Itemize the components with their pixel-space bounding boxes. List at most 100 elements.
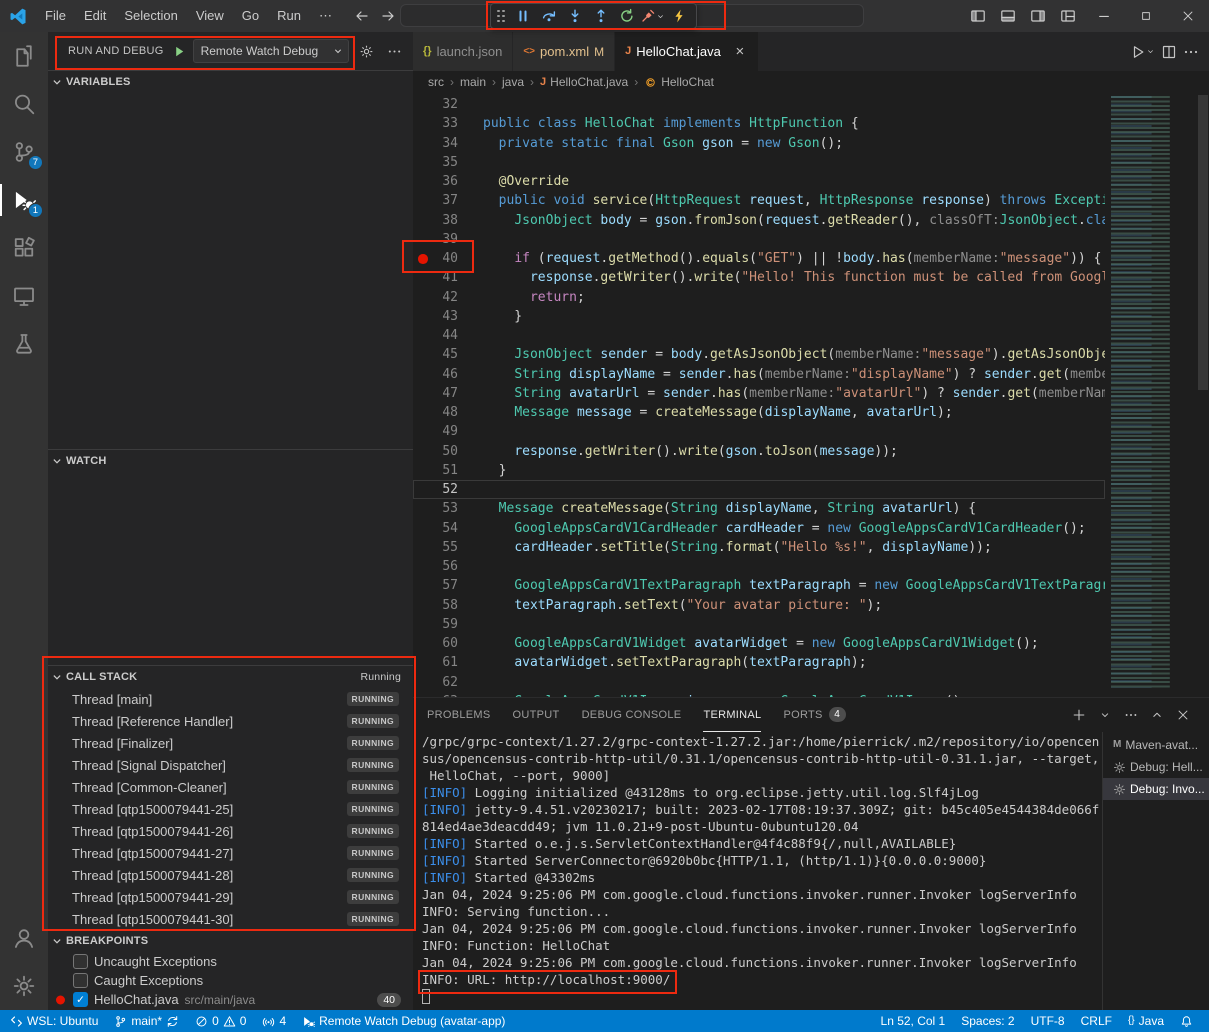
go-back-button[interactable] — [349, 0, 375, 32]
start-debugging-button[interactable] — [172, 44, 187, 59]
call-stack-thread[interactable]: Thread [qtp1500079441-27]RUNNING — [48, 842, 413, 864]
debug-toolbar-drag-handle[interactable] — [497, 10, 505, 23]
breakpoint-checkbox[interactable] — [73, 973, 88, 988]
hot-code-replace-button[interactable] — [666, 4, 691, 28]
views-more-actions-icon[interactable] — [383, 40, 405, 62]
disconnect-button[interactable] — [640, 4, 665, 28]
breadcrumb-item[interactable]: HelloChat — [644, 75, 714, 89]
minimize-button[interactable] — [1083, 0, 1125, 32]
call-stack-thread[interactable]: Thread [qtp1500079441-28]RUNNING — [48, 864, 413, 886]
panel-tab-output[interactable]: OUTPUT — [513, 698, 560, 732]
minimap[interactable] — [1105, 93, 1197, 697]
go-forward-button[interactable] — [375, 0, 401, 32]
status-language-mode[interactable]: {}Java — [1120, 1010, 1172, 1032]
call-stack-section-header[interactable]: CALL STACK Running — [48, 666, 413, 688]
menu-overflow[interactable]: ⋯ — [310, 0, 341, 32]
status-encoding[interactable]: UTF-8 — [1023, 1010, 1073, 1032]
editor-tab-HelloChat.java[interactable]: JHelloChat.java× — [615, 32, 759, 71]
breadcrumb-item[interactable]: JHelloChat.java — [540, 75, 628, 89]
menu-run[interactable]: Run — [268, 0, 310, 32]
editor-tab-pom.xml[interactable]: <>pom.xmlM — [513, 32, 615, 71]
call-stack-thread[interactable]: Thread [Finalizer]RUNNING — [48, 732, 413, 754]
step-over-button[interactable] — [536, 4, 561, 28]
step-into-button[interactable] — [562, 4, 587, 28]
status-git-branch[interactable]: main* — [106, 1010, 187, 1032]
breadcrumb-item[interactable]: java — [502, 75, 524, 89]
status-eol-sequence[interactable]: CRLF — [1073, 1010, 1120, 1032]
panel-tab-problems[interactable]: PROBLEMS — [427, 698, 491, 732]
breadcrumb-item[interactable]: src — [428, 75, 444, 89]
watch-section-header[interactable]: WATCH — [48, 450, 413, 472]
activity-extensions[interactable] — [0, 224, 48, 272]
terminal-debug-invoker[interactable]: Debug: Invo... — [1103, 778, 1209, 800]
code-editor[interactable]: 3233public class HelloChat implements Ht… — [413, 93, 1209, 697]
call-stack-thread[interactable]: Thread [qtp1500079441-26]RUNNING — [48, 820, 413, 842]
menu-selection[interactable]: Selection — [115, 0, 186, 32]
restart-button[interactable] — [614, 4, 639, 28]
editor-tab-launch.json[interactable]: {}launch.json — [413, 32, 513, 71]
status-problems[interactable]: 00 — [187, 1010, 254, 1032]
breakpoint-checkbox[interactable] — [73, 954, 88, 969]
customize-layout-button[interactable] — [1053, 0, 1083, 32]
menu-go[interactable]: Go — [233, 0, 268, 32]
toggle-primary-sidebar-button[interactable] — [963, 0, 993, 32]
call-stack-thread[interactable]: Thread [qtp1500079441-30]RUNNING — [48, 908, 413, 929]
call-stack-thread[interactable]: Thread [Reference Handler]RUNNING — [48, 710, 413, 732]
activity-source-control[interactable]: 7 — [0, 128, 48, 176]
more-panel-actions-button[interactable] — [1119, 703, 1143, 727]
terminal-maven[interactable]: MMaven-avat... — [1103, 734, 1209, 756]
new-terminal-button[interactable] — [1067, 703, 1091, 727]
breakpoint-row[interactable]: ✓HelloChat.javasrc/main/java40 — [48, 990, 413, 1009]
launch-profile-button[interactable] — [1093, 703, 1117, 727]
activity-testing[interactable] — [0, 320, 48, 368]
call-stack-thread[interactable]: Thread [main]RUNNING — [48, 688, 413, 710]
breakpoint-row[interactable]: Uncaught Exceptions — [48, 952, 413, 971]
status-indentation[interactable]: Spaces: 2 — [953, 1010, 1022, 1032]
menu-edit[interactable]: Edit — [75, 0, 115, 32]
status-debug-session[interactable]: Remote Watch Debug (avatar-app) — [294, 1010, 513, 1032]
call-stack-thread[interactable]: Thread [Common-Cleaner]RUNNING — [48, 776, 413, 798]
call-stack-thread[interactable]: Thread [Signal Dispatcher]RUNNING — [48, 754, 413, 776]
close-window-button[interactable] — [1167, 0, 1209, 32]
more-actions-button[interactable] — [1183, 44, 1199, 60]
toggle-secondary-sidebar-button[interactable] — [1023, 0, 1053, 32]
step-out-button[interactable] — [588, 4, 613, 28]
panel-tab-debug-console[interactable]: DEBUG CONSOLE — [582, 698, 682, 732]
activity-search[interactable] — [0, 80, 48, 128]
breadcrumb-item[interactable]: main — [460, 75, 486, 89]
status-forwarded-ports[interactable]: 4 — [254, 1010, 294, 1032]
maximize-button[interactable] — [1125, 0, 1167, 32]
pause-button[interactable] — [510, 4, 535, 28]
panel-tab-ports[interactable]: PORTS4 — [783, 698, 845, 732]
variables-section-header[interactable]: VARIABLES — [48, 71, 413, 93]
editor-scrollbar[interactable] — [1197, 93, 1209, 697]
breakpoint-row[interactable]: Caught Exceptions — [48, 971, 413, 990]
debug-config-dropdown[interactable]: Remote Watch Debug — [193, 39, 349, 63]
call-stack-thread[interactable]: Thread [qtp1500079441-29]RUNNING — [48, 886, 413, 908]
activity-remote-explorer[interactable] — [0, 272, 48, 320]
close-panel-button[interactable] — [1171, 703, 1195, 727]
menu-file[interactable]: File — [36, 0, 75, 32]
activity-accounts[interactable] — [0, 914, 48, 962]
breakpoint-glyph-margin[interactable] — [413, 249, 435, 268]
terminal-debug-hello[interactable]: Debug: Hell... — [1103, 756, 1209, 778]
maximize-panel-button[interactable] — [1145, 703, 1169, 727]
menu-view[interactable]: View — [187, 0, 233, 32]
breakpoint-checkbox[interactable]: ✓ — [73, 992, 88, 1007]
breakpoints-section-header[interactable]: BREAKPOINTS — [48, 930, 413, 952]
status-remote-indicator[interactable]: WSL: Ubuntu — [2, 1010, 106, 1032]
status-cursor-position[interactable]: Ln 52, Col 1 — [873, 1010, 954, 1032]
status-notifications[interactable] — [1172, 1010, 1201, 1032]
activity-manage[interactable] — [0, 962, 48, 1010]
activity-explorer[interactable] — [0, 32, 48, 80]
toggle-panel-button[interactable] — [993, 0, 1023, 32]
open-launch-json-icon[interactable] — [355, 40, 377, 62]
activity-run-and-debug[interactable]: 1 — [0, 176, 48, 224]
call-stack-thread[interactable]: Thread [qtp1500079441-25]RUNNING — [48, 798, 413, 820]
split-editor-button[interactable] — [1161, 44, 1177, 60]
close-tab-icon[interactable]: × — [732, 43, 748, 60]
scrollbar-thumb[interactable] — [1198, 95, 1208, 390]
panel-tab-terminal[interactable]: TERMINAL — [703, 698, 761, 732]
run-java-button[interactable] — [1130, 44, 1155, 60]
terminal-output[interactable]: /grpc/grpc-context/1.27.2/grpc-context-1… — [413, 732, 1102, 1010]
